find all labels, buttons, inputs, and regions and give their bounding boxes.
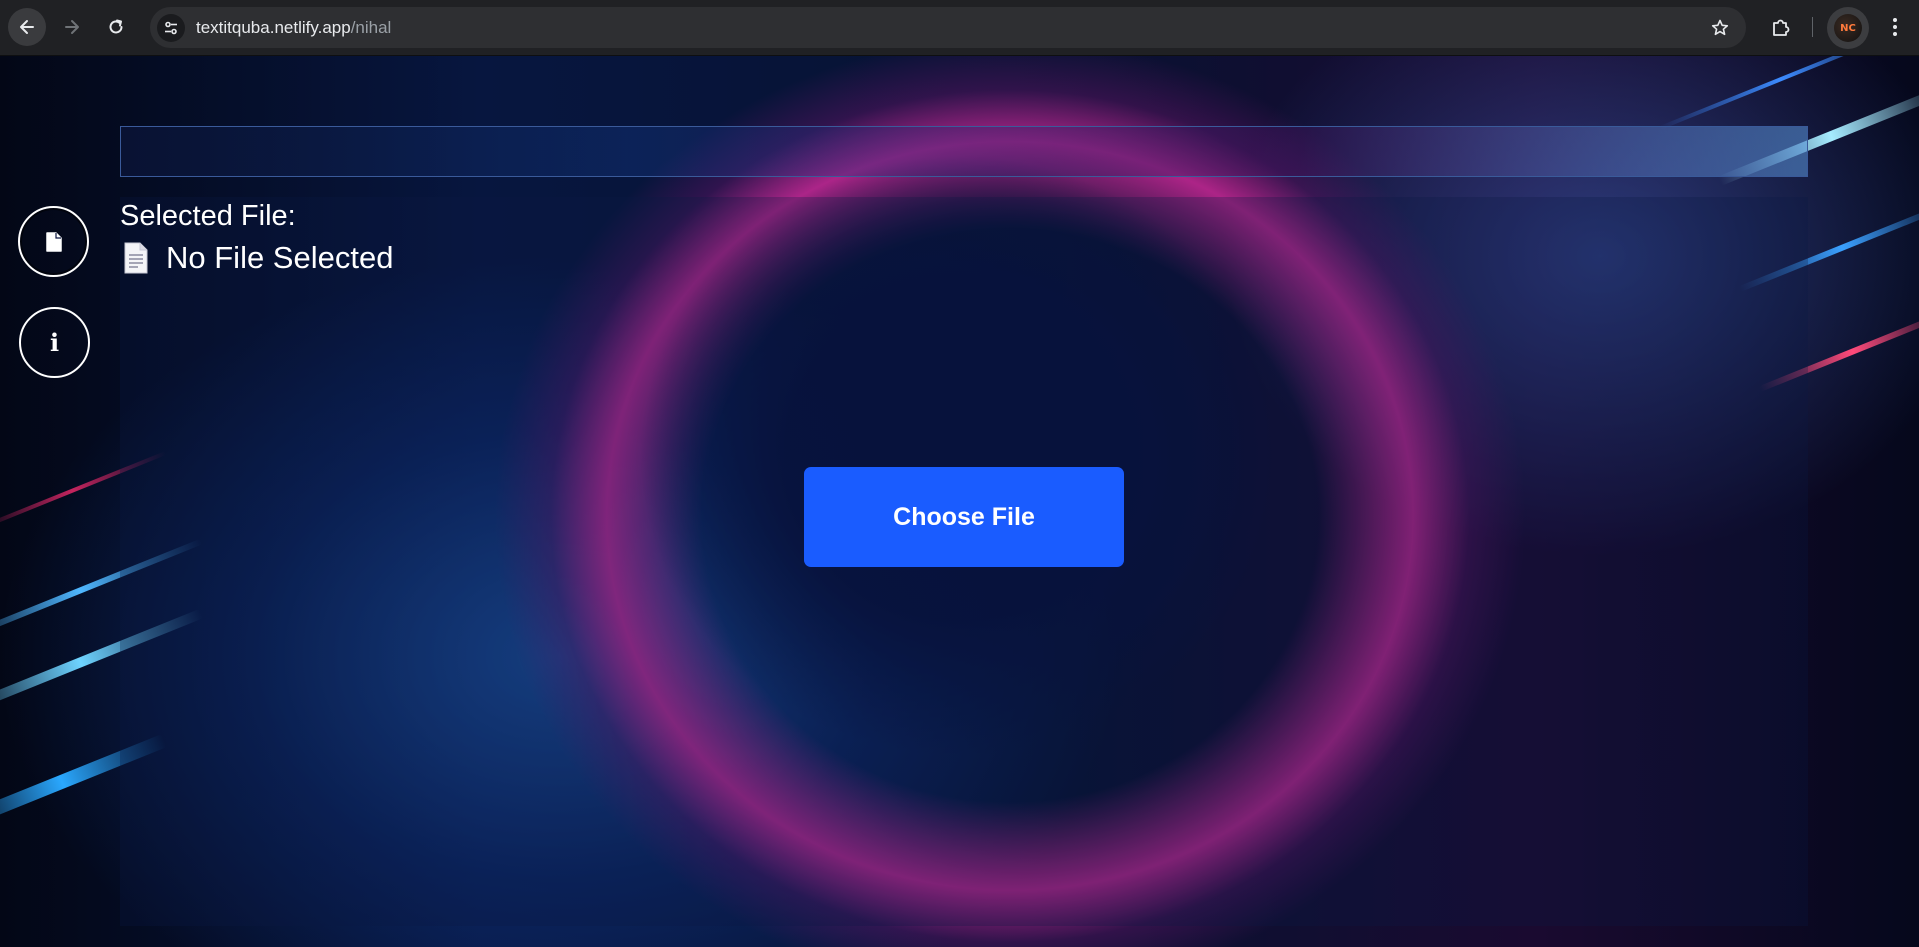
top-header-bar (120, 126, 1808, 177)
document-icon (124, 242, 148, 274)
profile-button[interactable]: NC (1827, 7, 1869, 49)
extensions-button[interactable] (1766, 12, 1796, 42)
star-icon (1711, 19, 1729, 36)
file-nav-button[interactable] (18, 206, 89, 277)
info-nav-button[interactable]: i (19, 307, 90, 378)
back-button[interactable] (8, 8, 46, 46)
info-icon: i (49, 327, 60, 357)
tune-icon (165, 21, 177, 35)
browser-toolbar: textitquba.netlify.app/nihal NC (0, 0, 1919, 56)
selected-file-label: Selected File: (120, 200, 296, 232)
forward-button[interactable] (53, 8, 91, 46)
arrow-left-icon (20, 20, 34, 34)
bookmark-button[interactable] (1708, 16, 1732, 40)
puzzle-icon (1773, 19, 1790, 36)
url-path: /nihal (350, 18, 392, 37)
choose-file-button[interactable]: Choose File (804, 467, 1124, 567)
site-info-button[interactable] (157, 14, 185, 42)
reload-button[interactable] (97, 8, 135, 46)
file-icon (45, 231, 62, 252)
address-bar[interactable]: textitquba.netlify.app/nihal (150, 7, 1746, 48)
selected-file-name: No File Selected (166, 240, 394, 275)
toolbar-divider (1812, 17, 1813, 37)
url-text[interactable]: textitquba.netlify.app/nihal (196, 18, 391, 38)
page-background: i Selected File: No File Selected Choose… (0, 56, 1919, 947)
browser-menu-button[interactable] (1880, 12, 1910, 42)
avatar: NC (1834, 14, 1862, 42)
url-domain: textitquba.netlify.app (196, 18, 351, 37)
arrow-right-icon (65, 20, 79, 34)
reload-icon (109, 19, 123, 34)
kebab-menu-icon (1893, 18, 1897, 36)
selected-file-row: No File Selected (124, 238, 393, 278)
